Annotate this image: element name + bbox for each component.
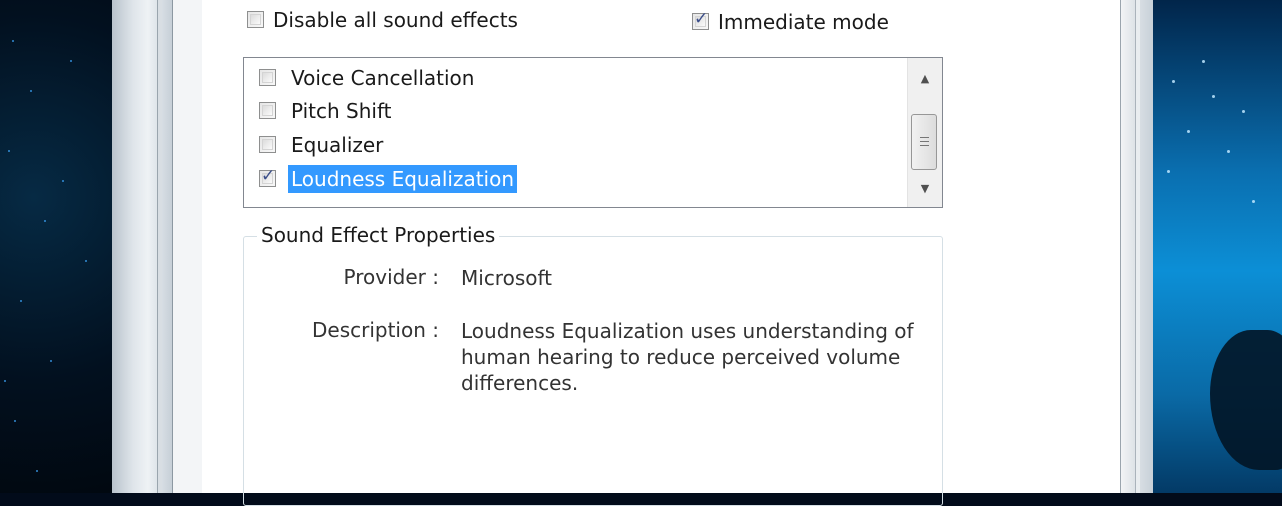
provider-label: Provider : bbox=[343, 265, 439, 289]
effect-label[interactable]: Equalizer bbox=[288, 131, 386, 159]
description-line: human hearing to reduce perceived volume bbox=[461, 345, 901, 369]
group-title: Sound Effect Properties bbox=[257, 223, 500, 247]
sound-effects-list[interactable]: Voice Cancellation Pitch Shift Equalizer… bbox=[243, 57, 943, 208]
scroll-up-arrow-icon[interactable]: ▲ bbox=[908, 64, 942, 92]
effect-checkbox[interactable] bbox=[259, 69, 276, 86]
effect-checkbox[interactable] bbox=[259, 166, 276, 187]
immediate-mode-checkbox[interactable] bbox=[692, 9, 709, 30]
description-line: differences. bbox=[461, 371, 579, 395]
desktop-wallpaper-left bbox=[0, 0, 112, 493]
disable-all-sound-effects-checkbox[interactable] bbox=[247, 11, 264, 28]
window-frame-right bbox=[1120, 0, 1153, 493]
scrollbar-thumb[interactable] bbox=[911, 114, 937, 170]
description-label: Description : bbox=[311, 318, 439, 342]
window-frame-left bbox=[112, 0, 172, 493]
list-scrollbar[interactable]: ▲ ▼ bbox=[907, 58, 942, 207]
effect-label[interactable]: Pitch Shift bbox=[288, 97, 395, 125]
immediate-mode-label[interactable]: Immediate mode bbox=[718, 10, 889, 34]
window-frame-inner bbox=[172, 0, 203, 493]
provider-value: Microsoft bbox=[461, 266, 553, 290]
effect-label[interactable]: Voice Cancellation bbox=[288, 64, 477, 92]
list-item[interactable]: Voice Cancellation bbox=[244, 61, 904, 95]
window-frame-divider bbox=[157, 0, 162, 493]
description-value: Loudness Equalization uses understanding… bbox=[461, 318, 921, 396]
description-line: Loudness Equalization uses understanding… bbox=[461, 319, 914, 343]
effect-checkbox[interactable] bbox=[259, 136, 276, 153]
effect-label[interactable]: Loudness Equalization bbox=[288, 165, 518, 193]
list-item[interactable]: Equalizer bbox=[244, 128, 904, 162]
list-item[interactable]: Loudness Equalization bbox=[244, 162, 904, 196]
disable-all-sound-effects-label[interactable]: Disable all sound effects bbox=[273, 8, 518, 32]
list-item[interactable]: Pitch Shift bbox=[244, 94, 904, 128]
scroll-down-arrow-icon[interactable]: ▼ bbox=[908, 174, 942, 202]
effect-checkbox[interactable] bbox=[259, 102, 276, 119]
desktop-wallpaper-right bbox=[1152, 0, 1282, 493]
